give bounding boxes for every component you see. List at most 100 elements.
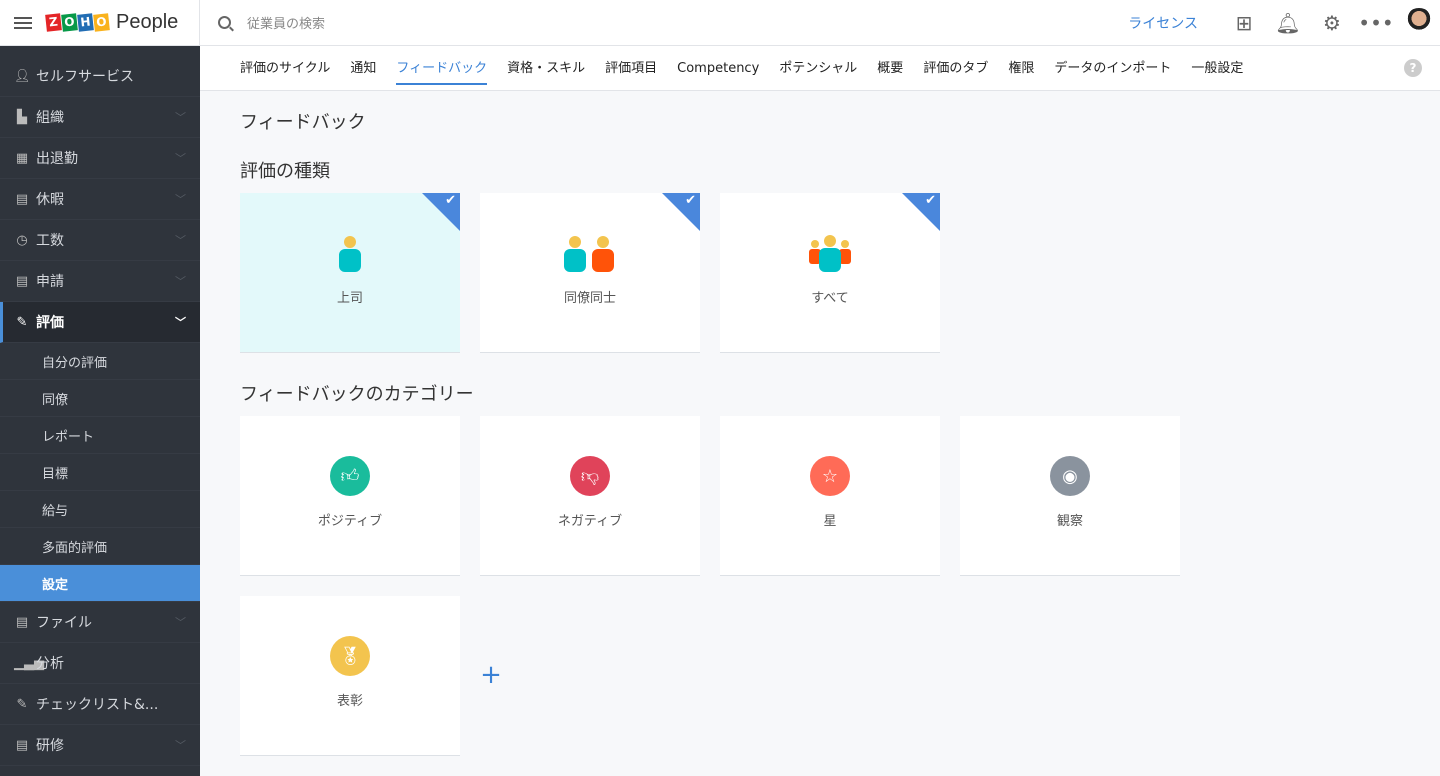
- tab-overview[interactable]: 概要: [877, 46, 903, 91]
- tab-appraisal-tabs[interactable]: 評価のタブ: [923, 46, 988, 91]
- calendar-icon: ▦: [15, 150, 29, 166]
- sidebar-item-attendance[interactable]: ▦ 出退勤 ﹀: [0, 138, 200, 179]
- subitem-reports[interactable]: レポート: [0, 417, 200, 454]
- leave-icon: ▤: [15, 191, 29, 207]
- types-heading: 評価の種類: [240, 161, 330, 182]
- chevron-down-icon: ﹀: [175, 111, 186, 124]
- sidebar-item-label: チェックリスト&...: [36, 697, 159, 713]
- tab-items[interactable]: 評価項目: [605, 46, 657, 91]
- logo-area: Z O H O People: [0, 0, 200, 46]
- logo-letter: H: [77, 13, 94, 32]
- chevron-down-icon: ﹀: [175, 616, 186, 629]
- sidebar-item-files[interactable]: ▤ ファイル ﹀: [0, 602, 200, 643]
- clock-icon: ◷: [16, 232, 28, 248]
- sidebar-item-label: 組織: [36, 110, 64, 126]
- tab-import[interactable]: データのインポート: [1054, 46, 1171, 91]
- file-icon: ▤: [15, 614, 29, 630]
- person-icon: 👤︎: [14, 68, 31, 84]
- eye-icon: ◉: [1050, 456, 1090, 496]
- check-icon: ✔: [925, 193, 936, 208]
- category-card-positive[interactable]: 👍︎ ポジティブ: [240, 416, 460, 576]
- category-card-star[interactable]: ☆ 星: [720, 416, 940, 576]
- add-icon[interactable]: ⊞: [1222, 11, 1266, 35]
- chevron-down-icon: ﹀: [175, 739, 186, 752]
- license-link[interactable]: ライセンス: [1128, 13, 1198, 33]
- logo-letter: O: [61, 13, 78, 32]
- group-icon: [720, 233, 940, 273]
- chart-icon: ▁▃▅: [14, 655, 44, 671]
- sidebar-item-requests[interactable]: ▤ 申請 ﹀: [0, 261, 200, 302]
- tab-feedback[interactable]: フィードバック: [396, 46, 487, 91]
- peers-icon: [480, 233, 700, 273]
- subitem-my-appraisal[interactable]: 自分の評価: [0, 343, 200, 380]
- type-card-manager[interactable]: ✔ 上司: [240, 193, 460, 353]
- check-icon: ✔: [445, 193, 456, 208]
- sidebar-item-label: ファイル: [36, 615, 92, 631]
- sidebar-item-label: 研修: [36, 738, 64, 754]
- sidebar-item-label: 工数: [36, 233, 64, 249]
- tab-cycle[interactable]: 評価のサイクル: [240, 46, 330, 91]
- zoho-logo[interactable]: Z O H O: [45, 13, 110, 32]
- category-card-observation[interactable]: ◉ 観察: [960, 416, 1180, 576]
- sidebar-item-analytics[interactable]: ▁▃▅ 分析: [0, 643, 200, 684]
- search-input[interactable]: 従業員の検索: [247, 13, 325, 32]
- sidebar-item-label: 出退勤: [36, 151, 78, 167]
- category-card-award[interactable]: 🏅︎ 表彰: [240, 596, 460, 756]
- sidebar-item-label: 評価: [36, 315, 64, 331]
- avatar[interactable]: [1404, 7, 1434, 38]
- category-card-negative[interactable]: 👎︎ ネガティブ: [480, 416, 700, 576]
- award-icon: 🏅︎: [330, 636, 370, 676]
- checklist-icon: ✎: [16, 696, 28, 712]
- tab-notification[interactable]: 通知: [350, 46, 376, 91]
- card-label: 観察: [1056, 514, 1083, 529]
- tab-skills[interactable]: 資格・スキル: [507, 46, 585, 91]
- brand-name: People: [116, 11, 179, 33]
- subitem-goals[interactable]: 目標: [0, 454, 200, 491]
- top-bar: Z O H O People 従業員の検索 ライセンス ⊞ 🔔︎ ⚙ •••: [0, 0, 1440, 46]
- chevron-up-icon: ﹀: [175, 316, 186, 329]
- sidebar-item-leave[interactable]: ▤ 休暇 ﹀: [0, 179, 200, 220]
- sidebar-item-self-service[interactable]: 👤︎ セルフサービス: [0, 56, 200, 97]
- tab-competency[interactable]: Competency: [677, 46, 759, 91]
- thumbs-up-icon: 👍︎: [330, 456, 370, 496]
- checked-badge: ✔: [422, 193, 460, 231]
- sidebar-item-label: 申請: [36, 274, 64, 290]
- card-label: ポジティブ: [317, 514, 383, 529]
- gear-icon[interactable]: ⚙: [1310, 11, 1354, 35]
- subitem-peers[interactable]: 同僚: [0, 380, 200, 417]
- star-icon: ☆: [810, 456, 850, 496]
- type-card-peers[interactable]: ✔ 同僚同士: [480, 193, 700, 353]
- sidebar-item-organization[interactable]: ▙ 組織 ﹀: [0, 97, 200, 138]
- bell-icon[interactable]: 🔔︎: [1266, 11, 1310, 35]
- more-icon[interactable]: •••: [1354, 11, 1398, 35]
- card-label: ネガティブ: [557, 514, 623, 529]
- chevron-down-icon: ﹀: [175, 234, 186, 247]
- sidebar-item-label: 分析: [36, 656, 64, 672]
- tab-permissions[interactable]: 権限: [1008, 46, 1034, 91]
- form-icon: ▤: [15, 273, 29, 289]
- sidebar-item-appraisal[interactable]: ✎ 評価 ﹀: [0, 302, 200, 343]
- card-label: すべて: [811, 291, 849, 306]
- tab-potential[interactable]: ポテンシャル: [779, 46, 857, 91]
- type-card-all[interactable]: ✔ すべて: [720, 193, 940, 353]
- employee-search[interactable]: 従業員の検索: [200, 13, 1128, 32]
- card-label: 上司: [336, 291, 363, 306]
- checked-badge: ✔: [662, 193, 700, 231]
- manager-icon: [240, 233, 460, 273]
- add-category-button[interactable]: +: [480, 660, 502, 690]
- tab-general[interactable]: 一般設定: [1191, 46, 1243, 91]
- training-icon: ▤: [15, 737, 29, 753]
- sidebar-item-timesheet[interactable]: ◷ 工数 ﹀: [0, 220, 200, 261]
- appraisal-icon: ✎: [16, 314, 28, 330]
- sidebar-item-checklist[interactable]: ✎ チェックリスト&...: [0, 684, 200, 725]
- check-icon: ✔: [685, 193, 696, 208]
- chevron-down-icon: ﹀: [175, 193, 186, 206]
- subitem-salary[interactable]: 給与: [0, 491, 200, 528]
- subitem-360[interactable]: 多面的評価: [0, 528, 200, 565]
- sidebar-item-training[interactable]: ▤ 研修 ﹀: [0, 725, 200, 766]
- help-icon[interactable]: ?: [1404, 59, 1422, 77]
- subitem-settings[interactable]: 設定: [0, 565, 200, 602]
- hamburger-menu-icon[interactable]: [14, 16, 32, 29]
- page-title: フィードバック: [240, 112, 366, 133]
- settings-tabs: 評価のサイクル 通知 フィードバック 資格・スキル 評価項目 Competenc…: [200, 46, 1440, 91]
